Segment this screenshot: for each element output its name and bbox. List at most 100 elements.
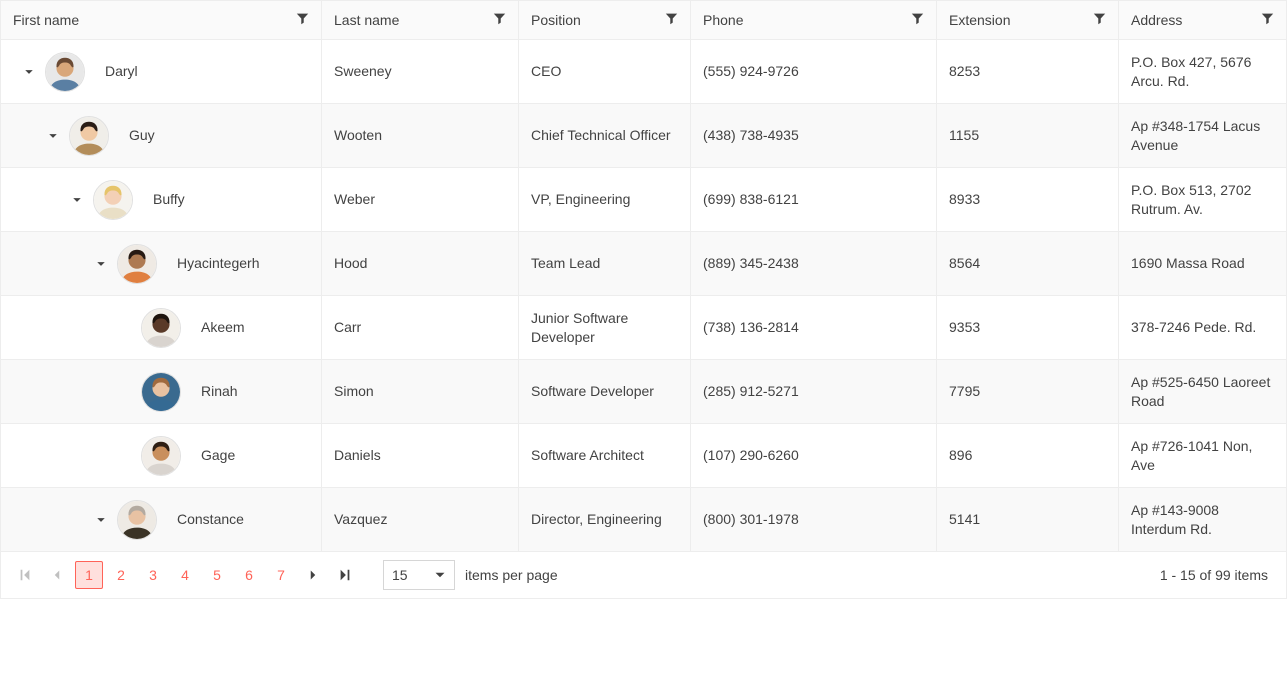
table-row[interactable]: RinahSimonSoftware Developer(285) 912-52… xyxy=(1,360,1286,424)
extension-cell: 7795 xyxy=(937,360,1119,423)
column-header-address[interactable]: Address xyxy=(1119,1,1286,39)
position-cell: CEO xyxy=(519,40,691,103)
phone-cell: (438) 738-4935 xyxy=(691,104,937,167)
table-row[interactable]: AkeemCarrJunior Software Developer(738) … xyxy=(1,296,1286,360)
address-cell: Ap #143-9008 Interdum Rd. xyxy=(1119,488,1286,551)
page-size-value: 15 xyxy=(392,567,408,583)
first-name: Buffy xyxy=(141,190,309,209)
caret-left-icon xyxy=(51,569,63,581)
expand-toggle[interactable] xyxy=(21,64,37,80)
first-name-cell: Daryl xyxy=(1,40,322,103)
column-header-label: Position xyxy=(531,12,581,28)
avatar xyxy=(141,372,181,412)
avatar xyxy=(141,308,181,348)
column-filter-button[interactable] xyxy=(1261,12,1274,28)
page-number-3[interactable]: 3 xyxy=(139,561,167,589)
table-row[interactable]: ConstanceVazquezDirector, Engineering(80… xyxy=(1,488,1286,552)
lastName-cell: Hood xyxy=(322,232,519,295)
lastName-cell: Weber xyxy=(322,168,519,231)
pager-prev-button[interactable] xyxy=(43,561,71,589)
address-cell: Ap #726-1041 Non, Ave xyxy=(1119,424,1286,487)
phone-cell: (889) 345-2438 xyxy=(691,232,937,295)
address-cell: P.O. Box 427, 5676 Arcu. Rd. xyxy=(1119,40,1286,103)
caret-down-icon xyxy=(434,569,446,581)
treelist-body: DarylSweeneyCEO(555) 924-97268253P.O. Bo… xyxy=(1,40,1286,552)
avatar xyxy=(117,500,157,540)
caret-right-icon xyxy=(307,569,319,581)
column-header-position[interactable]: Position xyxy=(519,1,691,39)
caret-down-icon xyxy=(96,259,106,269)
lastName-cell: Carr xyxy=(322,296,519,359)
phone-cell: (555) 924-9726 xyxy=(691,40,937,103)
column-header-lastName[interactable]: Last name xyxy=(322,1,519,39)
position-cell: VP, Engineering xyxy=(519,168,691,231)
employee-treelist: First nameLast name Position PhoneExtensio… xyxy=(0,0,1287,599)
filter-icon xyxy=(911,12,924,25)
lastName-cell: Vazquez xyxy=(322,488,519,551)
column-filter-button[interactable] xyxy=(493,12,506,28)
first-name-cell: Buffy xyxy=(1,168,322,231)
table-row[interactable]: GageDanielsSoftware Architect(107) 290-6… xyxy=(1,424,1286,488)
page-number-1[interactable]: 1 xyxy=(75,561,103,589)
column-filter-button[interactable] xyxy=(911,12,924,28)
table-row[interactable]: GuyWootenChief Technical Officer(438) 73… xyxy=(1,104,1286,168)
caret-down-icon xyxy=(72,195,82,205)
avatar xyxy=(69,116,109,156)
first-name-cell: Guy xyxy=(1,104,322,167)
position-cell: Director, Engineering xyxy=(519,488,691,551)
pager-next-button[interactable] xyxy=(299,561,327,589)
filter-icon xyxy=(1261,12,1274,25)
page-size-select[interactable]: 15 xyxy=(383,560,455,590)
column-filter-button[interactable] xyxy=(665,12,678,28)
column-header-phone[interactable]: Phone xyxy=(691,1,937,39)
address-cell: Ap #348-1754 Lacus Avenue xyxy=(1119,104,1286,167)
column-filter-button[interactable] xyxy=(296,12,309,28)
first-name: Gage xyxy=(189,446,309,465)
caret-down-icon xyxy=(96,515,106,525)
extension-cell: 8253 xyxy=(937,40,1119,103)
position-cell: Chief Technical Officer xyxy=(519,104,691,167)
column-header-extension[interactable]: Extension xyxy=(937,1,1119,39)
address-cell: Ap #525-6450 Laoreet Road xyxy=(1119,360,1286,423)
column-header-firstName[interactable]: First name xyxy=(1,1,322,39)
page-number-5[interactable]: 5 xyxy=(203,561,231,589)
column-filter-button[interactable] xyxy=(1093,12,1106,28)
first-name: Constance xyxy=(165,510,309,529)
expand-toggle[interactable] xyxy=(45,128,61,144)
avatar xyxy=(93,180,133,220)
pager-last-button[interactable] xyxy=(331,561,359,589)
filter-icon xyxy=(493,12,506,25)
address-cell: 378-7246 Pede. Rd. xyxy=(1119,296,1286,359)
table-row[interactable]: BuffyWeberVP, Engineering(699) 838-61218… xyxy=(1,168,1286,232)
phone-cell: (699) 838-6121 xyxy=(691,168,937,231)
extension-cell: 8564 xyxy=(937,232,1119,295)
pager-info: 1 - 15 of 99 items xyxy=(1160,567,1276,583)
avatar xyxy=(141,436,181,476)
phone-cell: (738) 136-2814 xyxy=(691,296,937,359)
lastName-cell: Simon xyxy=(322,360,519,423)
expand-toggle[interactable] xyxy=(93,512,109,528)
table-row[interactable]: Daryl SweeneyCEO(555) 924-97268253P.O. Bo… xyxy=(1,40,1286,104)
lastName-cell: Daniels xyxy=(322,424,519,487)
lastName-cell: Sweeney xyxy=(322,40,519,103)
extension-cell: 1155 xyxy=(937,104,1119,167)
filter-icon xyxy=(665,12,678,25)
expand-toggle[interactable] xyxy=(93,256,109,272)
first-name-cell: Hyacintegerh xyxy=(1,232,322,295)
address-cell: P.O. Box 513, 2702 Rutrum. Av. xyxy=(1119,168,1286,231)
page-number-4[interactable]: 4 xyxy=(171,561,199,589)
table-row[interactable]: HyacintegerhHoodTeam Lead(889) 345-24388… xyxy=(1,232,1286,296)
address-cell: 1690 Massa Road xyxy=(1119,232,1286,295)
first-name: Daryl xyxy=(93,62,309,81)
filter-icon xyxy=(296,12,309,25)
first-name: Rinah xyxy=(189,382,309,401)
page-number-7[interactable]: 7 xyxy=(267,561,295,589)
page-number-6[interactable]: 6 xyxy=(235,561,263,589)
expand-toggle[interactable] xyxy=(69,192,85,208)
lastName-cell: Wooten xyxy=(322,104,519,167)
extension-cell: 896 xyxy=(937,424,1119,487)
page-number-2[interactable]: 2 xyxy=(107,561,135,589)
phone-cell: (285) 912-5271 xyxy=(691,360,937,423)
seek-last-icon xyxy=(338,568,352,582)
pager-first-button[interactable] xyxy=(11,561,39,589)
